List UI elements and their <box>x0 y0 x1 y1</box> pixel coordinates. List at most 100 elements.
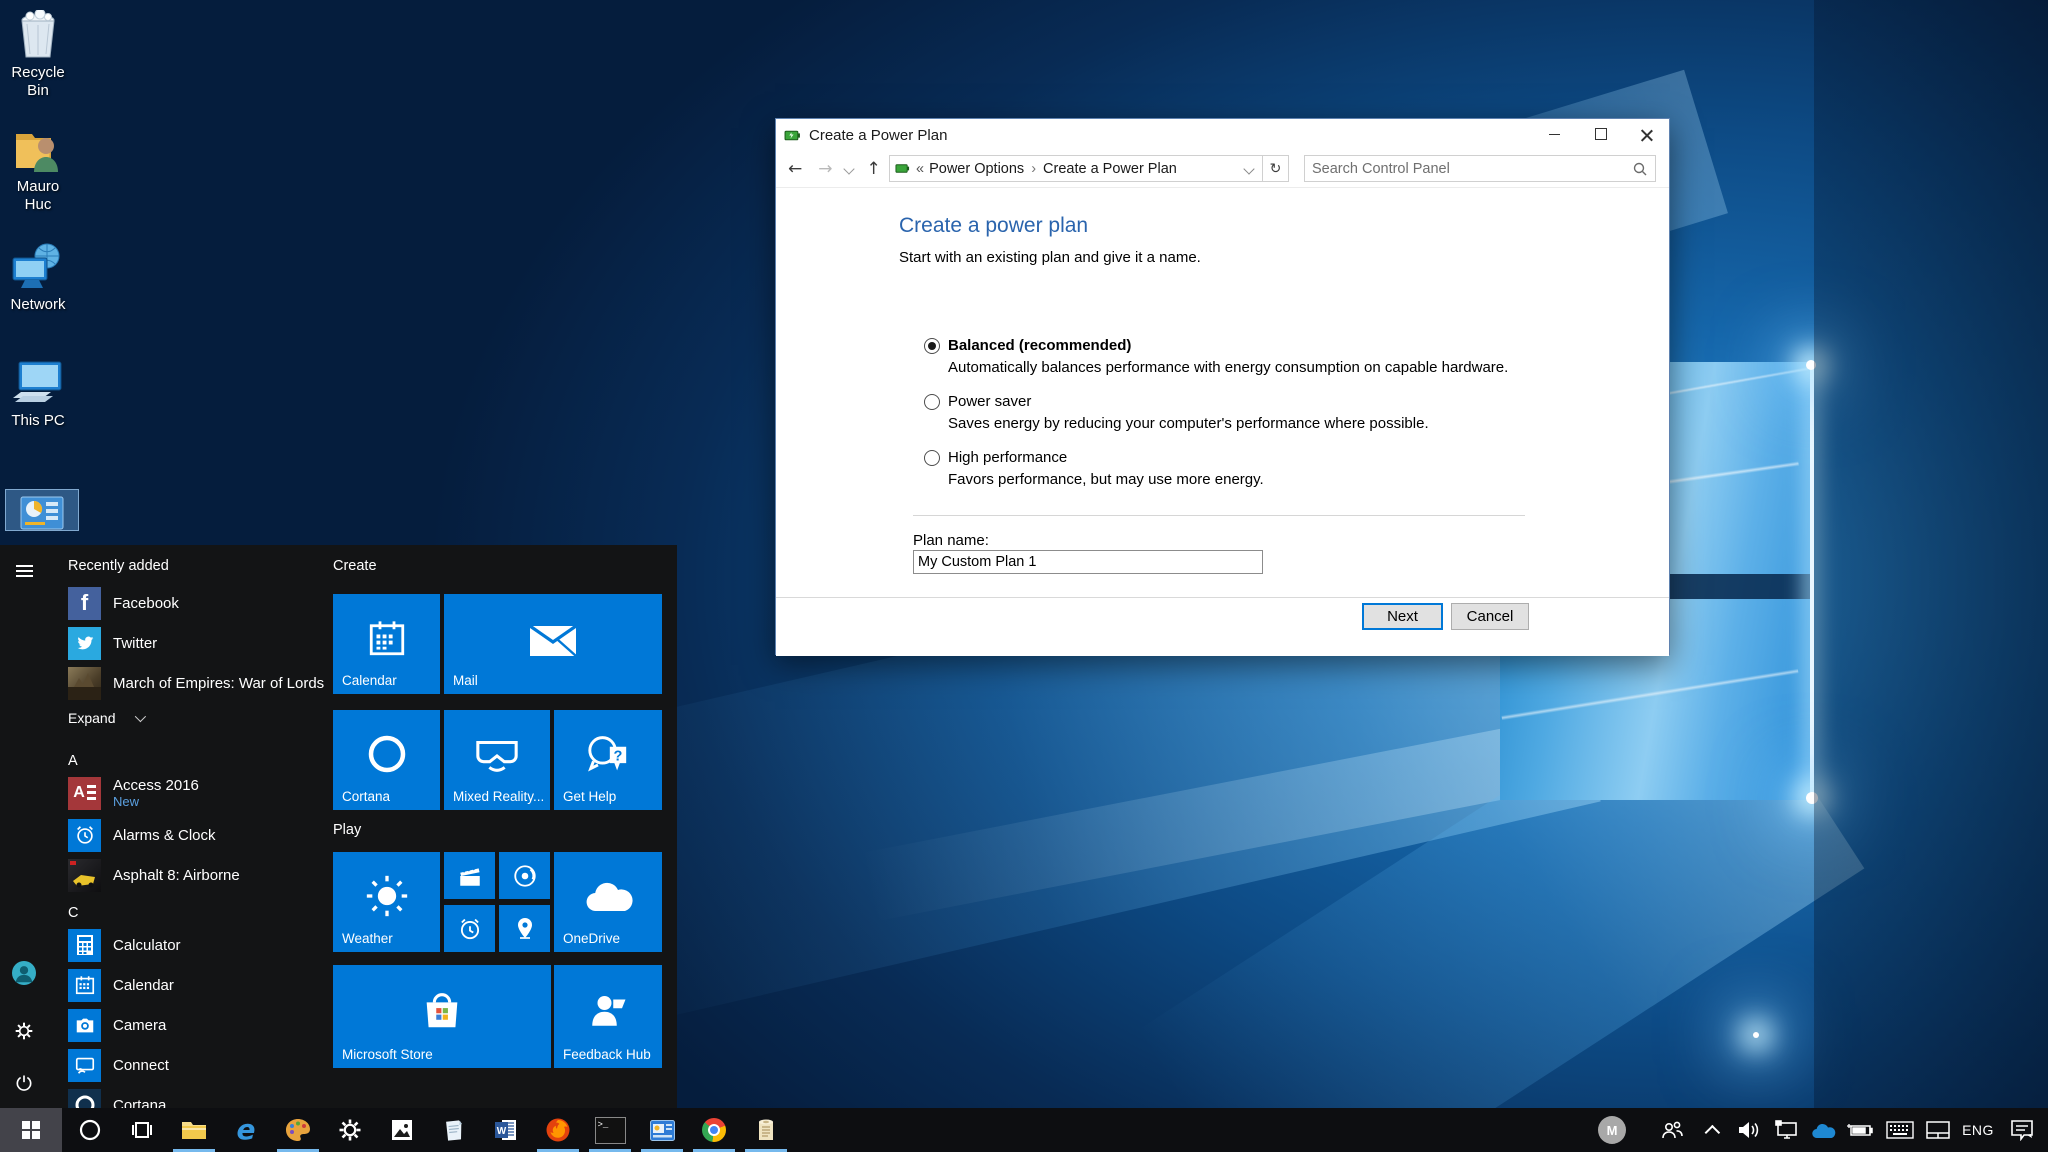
command-prompt-icon: >_ <box>595 1117 626 1144</box>
taskbar-word[interactable]: W <box>482 1108 530 1152</box>
tile-microsoft-store[interactable]: Microsoft Store <box>333 965 551 1068</box>
tile-cortana[interactable]: Cortana <box>333 710 440 810</box>
start-list-item-calculator[interactable]: Calculator <box>68 927 330 963</box>
language-indicator[interactable]: ENG <box>1954 1108 2002 1152</box>
desktop-icon-label: Network <box>2 296 74 314</box>
search-box[interactable]: Search Control Panel <box>1304 155 1656 182</box>
start-list-item-twitter[interactable]: Twitter <box>68 625 330 661</box>
breadcrumb-power-options[interactable]: Power Options <box>929 161 1024 177</box>
people-icon[interactable] <box>1656 1108 1688 1152</box>
tile-group-play-header[interactable]: Play <box>333 822 361 838</box>
taskbar-media-player[interactable] <box>638 1108 686 1152</box>
tile-mail[interactable]: Mail <box>444 594 662 694</box>
search-icon[interactable] <box>1633 162 1647 176</box>
power-button-icon[interactable] <box>12 1071 36 1095</box>
new-badge: New <box>113 794 199 809</box>
desktop-icon-recycle-bin[interactable]: Recycle Bin <box>2 8 74 100</box>
hidden-icons-chevron-icon[interactable] <box>1700 1108 1728 1152</box>
touch-keyboard-icon[interactable] <box>1882 1108 1918 1152</box>
battery-icon[interactable] <box>1842 1108 1878 1152</box>
start-list-item-connect[interactable]: Connect <box>68 1047 330 1083</box>
up-button[interactable]: ↑ <box>867 159 881 179</box>
maps-icon <box>513 916 537 942</box>
touchpad-icon[interactable] <box>1922 1108 1954 1152</box>
start-list-item-facebook[interactable]: f Facebook <box>68 585 330 621</box>
radio-power-saver[interactable]: Power saver <box>924 393 1031 410</box>
taskbar-paint[interactable] <box>274 1108 322 1152</box>
start-list-item-alarms-clock[interactable]: Alarms & Clock <box>68 817 330 853</box>
tile-weather[interactable]: Weather <box>333 852 440 952</box>
desktop-icon-label: Mauro Huc <box>2 178 74 214</box>
tile-movies-tv[interactable] <box>444 852 495 899</box>
forward-button[interactable]: → <box>818 159 832 179</box>
taskbar-notepad[interactable] <box>430 1108 478 1152</box>
address-bar[interactable]: « Power Options › Create a Power Plan <box>889 155 1263 182</box>
tile-get-help[interactable]: ? Get Help <box>554 710 662 810</box>
plan-name-input[interactable] <box>913 550 1263 574</box>
tile-onedrive[interactable]: OneDrive <box>554 852 662 952</box>
user-avatar[interactable] <box>12 961 36 985</box>
radio-button[interactable] <box>924 450 940 466</box>
section-header-c[interactable]: C <box>68 905 78 921</box>
search-placeholder: Search Control Panel <box>1312 161 1450 177</box>
onedrive-tray-icon[interactable] <box>1806 1108 1840 1152</box>
power-plan-icon <box>784 127 801 144</box>
desktop-icon-mauro-huc[interactable]: Mauro Huc <box>2 122 74 214</box>
tile-feedback-hub[interactable]: Feedback Hub <box>554 965 662 1068</box>
tile-group-create-header[interactable]: Create <box>333 558 377 574</box>
desktop-icon-label: This PC <box>2 412 74 430</box>
lens-flare <box>1753 1032 1759 1038</box>
minimize-button[interactable] <box>1532 119 1577 149</box>
desktop-icon-network[interactable]: Network <box>2 240 74 314</box>
taskbar-scroll-document[interactable] <box>742 1108 790 1152</box>
taskbar-task-view-button[interactable] <box>118 1108 166 1152</box>
start-list-item-asphalt-8[interactable]: Asphalt 8: Airborne <box>68 857 330 893</box>
recent-pages-chevron-icon[interactable] <box>843 163 854 174</box>
cancel-button[interactable]: Cancel <box>1451 603 1529 630</box>
tile-maps[interactable] <box>499 905 550 952</box>
recently-added-header: Recently added <box>68 558 169 574</box>
action-center-icon[interactable] <box>2002 1108 2042 1152</box>
volume-icon[interactable] <box>1732 1108 1766 1152</box>
start-list-item-calendar[interactable]: Calendar <box>68 967 330 1003</box>
start-list-item-camera[interactable]: Camera <box>68 1007 330 1043</box>
taskbar-chrome[interactable] <box>690 1108 738 1152</box>
settings-gear-icon[interactable] <box>12 1019 36 1043</box>
desktop-icon-this-pc[interactable]: This PC <box>2 356 74 430</box>
windows-logo-icon <box>22 1121 40 1139</box>
radio-button-selected[interactable] <box>924 338 940 354</box>
radio-balanced[interactable]: Balanced (recommended) <box>924 337 1131 354</box>
start-list-item-cortana[interactable]: Cortana <box>68 1087 330 1108</box>
breadcrumb-create-power-plan[interactable]: Create a Power Plan <box>1043 161 1177 177</box>
taskbar-file-explorer[interactable] <box>170 1108 218 1152</box>
close-button[interactable] <box>1624 119 1669 149</box>
march-of-empires-icon <box>68 667 101 700</box>
taskbar-settings[interactable] <box>326 1108 374 1152</box>
tile-alarms[interactable] <box>444 905 495 952</box>
taskbar-firefox[interactable] <box>534 1108 582 1152</box>
svg-text:?: ? <box>614 748 623 764</box>
taskbar-cortana-button[interactable] <box>66 1108 114 1152</box>
network-display-icon[interactable] <box>1770 1108 1804 1152</box>
tray-user-badge[interactable]: M <box>1594 1108 1630 1152</box>
next-button[interactable]: Next <box>1362 603 1443 630</box>
tile-calendar[interactable]: Calendar <box>333 594 440 694</box>
section-header-a[interactable]: A <box>68 753 78 769</box>
start-button[interactable] <box>0 1108 62 1152</box>
radio-high-performance[interactable]: High performance <box>924 449 1067 466</box>
expand-button[interactable]: Expand <box>68 705 330 731</box>
start-menu-hamburger-icon[interactable] <box>12 559 36 583</box>
taskbar-command-prompt[interactable]: >_ <box>586 1108 634 1152</box>
maximize-button[interactable] <box>1578 119 1623 149</box>
radio-button[interactable] <box>924 394 940 410</box>
desktop-icon-performance-monitor[interactable] <box>6 490 78 534</box>
start-list-item-access-2016[interactable]: A Access 2016 New <box>68 775 330 811</box>
back-button[interactable]: ← <box>788 159 802 179</box>
tile-groove-music[interactable] <box>499 852 550 899</box>
tile-mixed-reality[interactable]: Mixed Reality... <box>444 710 550 810</box>
taskbar-edge[interactable]: e <box>222 1108 270 1152</box>
refresh-button[interactable]: ↻ <box>1263 155 1289 182</box>
address-dropdown-chevron-icon[interactable] <box>1243 163 1254 174</box>
taskbar-photos[interactable] <box>378 1108 426 1152</box>
start-list-item-march-of-empires[interactable]: March of Empires: War of Lords <box>68 665 330 701</box>
